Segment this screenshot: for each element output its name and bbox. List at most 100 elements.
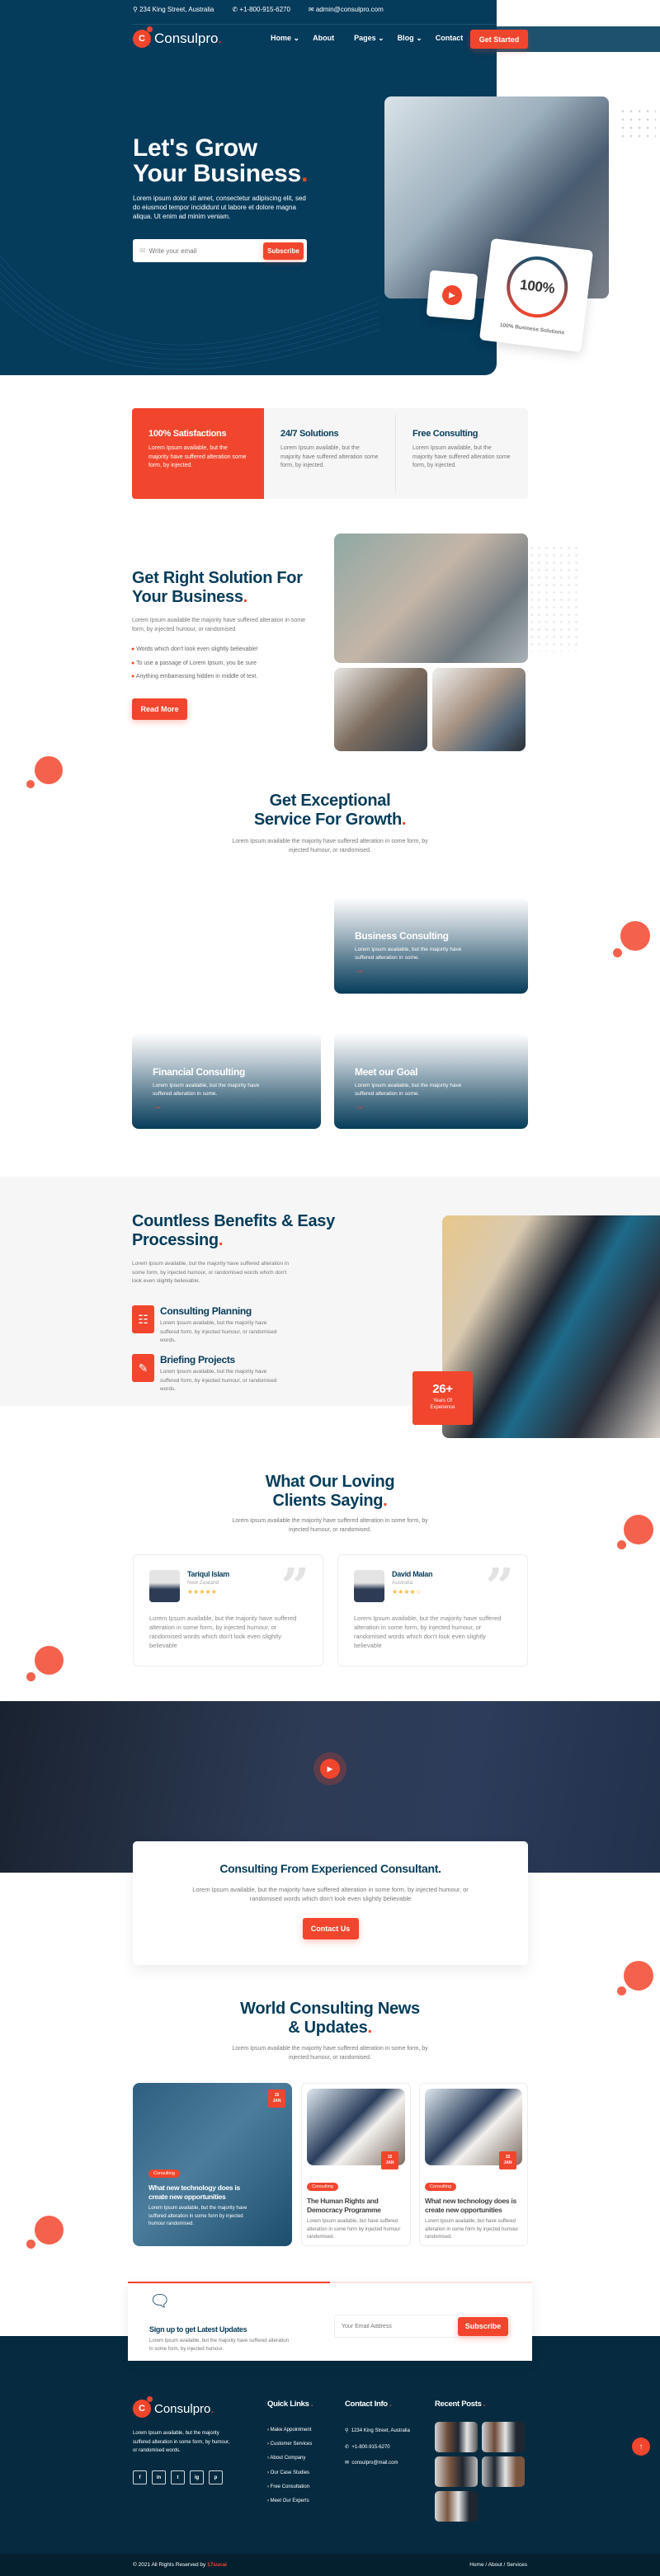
nav-label: Home (271, 34, 292, 42)
footer-link[interactable]: › About Company (267, 2451, 312, 2466)
avatar (149, 1570, 180, 1602)
recent-post-thumb[interactable] (435, 2491, 478, 2522)
dots-decoration (619, 107, 656, 140)
nav-contact[interactable]: Contact (436, 34, 464, 43)
play-icon: ▶ (441, 284, 464, 307)
read-more-button[interactable]: Read More (132, 698, 187, 720)
logo[interactable]: C Consulpro. (133, 26, 222, 48)
newsletter-subscribe-button[interactable]: Subscribe (458, 2316, 508, 2336)
news-title[interactable]: What new technology does is create new o… (425, 2197, 522, 2215)
news-card[interactable]: 15 JAN Consulting What new technology doe… (419, 2083, 528, 2246)
check-item: ● Anything embarrassing hidden in middle… (131, 670, 258, 684)
feature-card: 24/7 Solutions Lorem Ipsum available, bu… (264, 415, 396, 492)
email-item[interactable]: ✉ admin@consulpro.com (309, 6, 384, 13)
service-title: Meet our Goal (355, 1066, 418, 1078)
recent-post-thumb[interactable] (482, 2456, 525, 2487)
services-title-line2: Service For Growth (253, 811, 402, 829)
footer-bottom (0, 2554, 660, 2576)
get-started-button[interactable]: Get Started (470, 30, 528, 49)
bottom-link-home[interactable]: Home (469, 2562, 483, 2568)
hero-email-input[interactable] (148, 247, 263, 255)
date-month: JAN (503, 2160, 512, 2165)
scroll-top-button[interactable]: ↑ (632, 2437, 650, 2456)
category-tag[interactable]: Consulting (425, 2183, 456, 2191)
solution-title: Get Right Solution For Your Business. (132, 569, 303, 606)
twitter-icon[interactable]: t (171, 2470, 185, 2484)
phone-item[interactable]: ✆ +1-800-915-6270 (232, 6, 290, 13)
service-card-financial[interactable]: Financial Consulting Lorem Ipsum availab… (132, 1033, 321, 1129)
check-text: To use a passage of Lorem Ipsum, you be … (136, 660, 257, 666)
newsletter-email-input[interactable] (337, 2323, 458, 2329)
contact-address-text: 1234 King Street, Australia (351, 2428, 410, 2433)
testimonial-text: Lorem Ipsum available, but the majority … (354, 1615, 502, 1649)
bottom-link-about[interactable]: About (488, 2562, 502, 2568)
video-play-button[interactable]: ▶ (314, 1752, 346, 1785)
recent-post-thumb[interactable] (482, 2422, 525, 2452)
hero-subscribe-form: ✉ Subscribe (133, 239, 307, 262)
pinterest-icon[interactable]: p (209, 2470, 223, 2484)
recent-post-thumb[interactable] (435, 2422, 478, 2452)
footer-link[interactable]: › Make Appointment (267, 2423, 312, 2437)
testimonials-text: Lorem Ipsum available the majority have … (232, 1518, 428, 1533)
check-text: Words which don't look even slightly bel… (136, 646, 258, 652)
testimonials-title: What Our Loving Clients Saying. (0, 1473, 660, 1511)
social-links: f in t ig p (133, 2470, 223, 2484)
date-month: JAN (272, 2099, 281, 2104)
author-link[interactable]: 17sucai (207, 2562, 227, 2568)
news-card-featured[interactable]: 15 JAN Consulting What new technology doe… (133, 2083, 292, 2246)
phone-text: +1-800-915-6270 (239, 6, 290, 13)
play-card[interactable]: ▶ (426, 270, 478, 321)
footer-link[interactable]: › Our Case Studies (267, 2466, 312, 2480)
features-strip: 100% Satisfactions Lorem Ipsum available… (132, 408, 528, 499)
nav-pages[interactable]: Pages ⌄ (354, 34, 384, 43)
hero-title-line2: Your Business (133, 160, 301, 187)
service-card-business[interactable]: Business Consulting Lorem Ipsum availabl… (334, 897, 528, 994)
arrow-right-icon[interactable]: → (355, 964, 507, 975)
instagram-icon[interactable]: ig (190, 2470, 204, 2484)
contact-phone[interactable]: ✆ +1-800-915-6270 (345, 2440, 410, 2456)
recent-post-thumb[interactable] (435, 2456, 478, 2487)
solution-title-line2: Your Business (132, 588, 243, 606)
service-card-goal[interactable]: Meet our Goal Lorem Ipsum available, but… (334, 1033, 528, 1129)
service-text: Lorem Ipsum available, but the majority … (355, 947, 462, 961)
benefits-image (442, 1215, 660, 1438)
arrow-right-icon[interactable]: → (153, 1100, 300, 1112)
footer-link[interactable]: › Meet Our Experts (267, 2494, 312, 2508)
news-title[interactable]: The Human Rights and Democracy Programme (307, 2197, 405, 2215)
quote-icon: ” (280, 1558, 309, 1616)
testimonial-text: Lorem Ipsum available, but the majority … (149, 1615, 297, 1649)
nav-blog[interactable]: Blog ⌄ (398, 34, 422, 43)
bottom-link-services[interactable]: Services (507, 2562, 527, 2568)
benefits-text: Lorem Ipsum available, but the majority … (132, 1261, 289, 1284)
category-tag[interactable]: Consulting (148, 2169, 180, 2178)
nav-home[interactable]: Home ⌄ (271, 34, 299, 43)
location-icon: ⚲ (133, 6, 138, 13)
news-card[interactable]: 15 JAN Consulting The Human Rights and De… (301, 2083, 411, 2246)
hero-subscribe-button[interactable]: Subscribe (263, 242, 304, 260)
nav-about[interactable]: About (313, 34, 334, 43)
circle-decoration (617, 1540, 626, 1549)
mail-icon: ✉ (139, 246, 146, 255)
facebook-icon[interactable]: f (133, 2470, 147, 2484)
check-item: ● To use a passage of Lorem Ipsum, you b… (131, 657, 258, 671)
news-title[interactable]: What new technology does is create new o… (148, 2183, 256, 2202)
logo-letter: C (139, 2404, 145, 2414)
contact-address: ⚲ 1234 King Street, Australia (345, 2423, 410, 2440)
benefits-title-line1: Countless Benefits & Easy (132, 1212, 335, 1230)
linkedin-icon[interactable]: in (152, 2470, 166, 2484)
contact-email[interactable]: ✉ consulpro@mail.com (345, 2456, 410, 2472)
benefit-text: Lorem Ipsum available, but the majority … (160, 1320, 277, 1343)
client-name: Tariqul Islam (187, 1570, 229, 1578)
footer-link[interactable]: › Free Consultation (267, 2480, 312, 2494)
arrow-right-icon[interactable]: → (355, 1100, 507, 1112)
top-divider (133, 24, 497, 25)
contact-us-button[interactable]: Contact Us (302, 1918, 359, 1939)
circle-decoration (35, 756, 63, 784)
contact-info-heading: Contact Info (345, 2400, 388, 2409)
email-text: admin@consulpro.com (315, 6, 384, 13)
chevron-down-icon: ⌄ (378, 34, 384, 42)
footer-logo[interactable]: C Consulpro. (133, 2396, 214, 2418)
circle-decoration (26, 780, 35, 788)
category-tag[interactable]: Consulting (307, 2183, 338, 2191)
footer-link[interactable]: › Customer Services (267, 2437, 312, 2451)
